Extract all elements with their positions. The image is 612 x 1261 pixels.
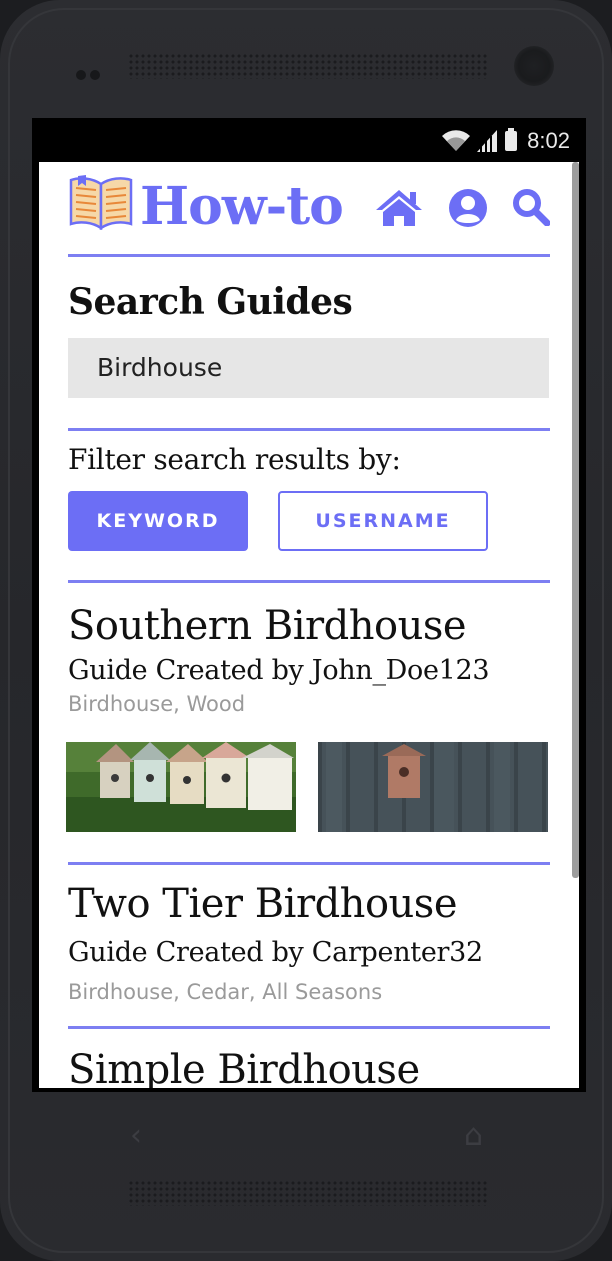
status-bar: 8:02 <box>32 118 586 162</box>
guide-creator: Guide Created by John_Doe123 <box>68 655 490 686</box>
app-content: How-to Search Guides Birdhouse Filter se… <box>66 162 550 1088</box>
username-filter-button[interactable]: USERNAME <box>278 491 488 551</box>
row-of-birdhouses-image[interactable] <box>66 742 296 832</box>
guide-title[interactable]: Simple Birdhouse <box>68 1047 550 1088</box>
phone-frame: 8:02 How-to Search Guides Birdhouse Filt… <box>0 0 612 1261</box>
page-title: Search Guides <box>68 281 353 323</box>
guide-title[interactable]: Two Tier Birdhouse <box>68 881 550 927</box>
guide-images <box>66 742 550 832</box>
search-input[interactable]: Birdhouse <box>68 338 549 398</box>
status-time: 8:02 <box>527 128 570 153</box>
signal-icon <box>477 130 498 152</box>
back-icon[interactable]: ‹ <box>130 1118 142 1153</box>
filter-label: Filter search results by: <box>68 443 401 476</box>
app-name[interactable]: How-to <box>140 176 344 237</box>
filter-options: KEYWORD USERNAME <box>68 491 550 551</box>
list-item[interactable]: Southern Birdhouse Guide Created by John… <box>66 603 550 832</box>
result-divider <box>68 862 550 865</box>
keyword-filter-button[interactable]: KEYWORD <box>68 491 248 551</box>
user-icon[interactable] <box>448 188 488 228</box>
filter-divider <box>68 580 550 583</box>
search-divider <box>68 428 550 431</box>
search-icon[interactable] <box>512 188 550 226</box>
list-item[interactable]: Two Tier Birdhouse Guide Created by Carp… <box>68 881 550 1004</box>
bottom-speaker-grill <box>128 1180 488 1206</box>
scrollbar[interactable] <box>572 162 579 878</box>
sensor-dots <box>76 65 104 84</box>
phone-screen: 8:02 How-to Search Guides Birdhouse Filt… <box>32 118 586 1092</box>
home-button-icon[interactable]: ⌂ <box>464 1118 483 1153</box>
result-divider <box>68 1026 550 1029</box>
front-camera <box>514 46 554 86</box>
guide-title[interactable]: Southern Birdhouse <box>68 603 550 649</box>
app-header: How-to <box>68 162 550 254</box>
guide-tags: Birdhouse, Wood <box>68 692 246 716</box>
list-item[interactable]: Simple Birdhouse <box>68 1047 550 1088</box>
open-book-icon <box>69 175 133 230</box>
battery-icon <box>505 128 518 151</box>
app-viewport[interactable]: How-to Search Guides Birdhouse Filter se… <box>39 162 579 1088</box>
home-icon[interactable] <box>374 188 424 228</box>
top-speaker-grill <box>128 53 488 79</box>
wifi-icon <box>442 130 471 151</box>
guide-tags: Birdhouse, Cedar, All Seasons <box>68 980 383 1004</box>
header-divider <box>68 254 550 257</box>
guide-creator: Guide Created by Carpenter32 <box>68 937 483 968</box>
birdhouse-on-fence-image[interactable] <box>318 742 548 832</box>
